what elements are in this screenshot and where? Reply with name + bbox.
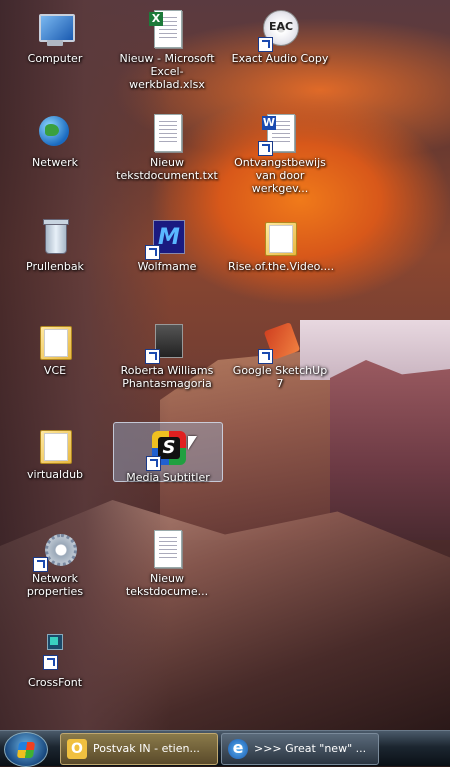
text-file-icon bbox=[147, 530, 187, 570]
sketchup-icon bbox=[258, 322, 301, 364]
taskbar-button-label: Postvak IN - etien... bbox=[93, 742, 200, 755]
wallpaper-cliff bbox=[330, 360, 450, 540]
folder-icon bbox=[260, 218, 300, 258]
icon-label: virtualdub bbox=[26, 468, 84, 481]
icon-label: Ontvangstbewijs van door werkgev... bbox=[234, 156, 326, 195]
recycle-bin-icon bbox=[35, 218, 75, 258]
excel-file-icon: X bbox=[147, 10, 187, 50]
taskbar-button-label: >>> Great "new" ... bbox=[254, 742, 367, 755]
desktop-icon-computer[interactable]: Computer bbox=[1, 4, 109, 104]
icon-label: Nieuw tekstdocume... bbox=[125, 572, 209, 598]
taskbar-button-outlook[interactable]: Postvak IN - etien... bbox=[60, 733, 218, 765]
shortcut-arrow-icon bbox=[145, 245, 160, 260]
text-file-icon bbox=[147, 114, 187, 154]
desktop-icon-word-file[interactable]: W Ontvangstbewijs van door werkgev... bbox=[226, 108, 334, 208]
desktop-icon-google-sketchup[interactable]: Google SketchUp 7 bbox=[226, 316, 334, 416]
desktop-icon-crossfont[interactable]: CrossFont bbox=[1, 628, 109, 728]
icon-label: CrossFont bbox=[27, 676, 83, 689]
icon-label: Computer bbox=[27, 52, 83, 65]
eac-icon: EAC bbox=[258, 10, 300, 52]
icon-label: VCE bbox=[43, 364, 67, 377]
shortcut-arrow-icon bbox=[33, 557, 48, 572]
icon-label: Media Subtitler bbox=[126, 471, 210, 484]
shortcut-arrow-icon bbox=[258, 37, 273, 52]
internet-explorer-icon bbox=[228, 734, 248, 763]
desktop-icon-prullenbak[interactable]: Prullenbak bbox=[1, 212, 109, 312]
windows-logo-icon bbox=[16, 742, 36, 758]
shortcut-arrow-icon bbox=[146, 456, 161, 471]
folder-icon bbox=[35, 322, 75, 362]
icon-label: Rise.of.the.Video.... bbox=[228, 260, 335, 273]
desktop-icon-phantasmagoria[interactable]: Roberta Williams Phantasmagoria bbox=[113, 316, 221, 416]
shortcut-arrow-icon bbox=[258, 349, 273, 364]
desktop-icon-vce[interactable]: VCE bbox=[1, 316, 109, 416]
icon-label: Prullenbak bbox=[26, 260, 84, 273]
desktop-icon-network-properties[interactable]: Network properties bbox=[1, 524, 109, 624]
desktop-icon-wolfmame[interactable]: Wolfmame bbox=[113, 212, 221, 312]
icon-label: Google SketchUp 7 bbox=[232, 364, 328, 390]
icon-label: Wolfmame bbox=[137, 260, 197, 273]
phantasmagoria-icon bbox=[145, 322, 187, 364]
mouse-cursor-icon bbox=[188, 436, 197, 450]
shortcut-arrow-icon bbox=[258, 141, 273, 156]
icon-label: Netwerk bbox=[32, 156, 78, 169]
shortcut-arrow-icon bbox=[43, 655, 58, 670]
desktop-icon-excel-file[interactable]: X Nieuw - Microsoft Excel-werkblad.xlsx bbox=[113, 4, 221, 104]
icon-label: Exact Audio Copy bbox=[231, 52, 329, 65]
folder-icon bbox=[35, 426, 75, 466]
desktop-icon-rise-of-the-video[interactable]: Rise.of.the.Video.... bbox=[226, 212, 334, 312]
desktop-icon-netwerk[interactable]: Netwerk bbox=[1, 108, 109, 208]
icon-label: Nieuw tekstdocument.txt bbox=[116, 156, 218, 182]
taskbar-button-internet-explorer[interactable]: >>> Great "new" ... bbox=[221, 733, 379, 765]
desktop-icon-text-file-2[interactable]: Nieuw tekstdocume... bbox=[113, 524, 221, 624]
desktop-icon-media-subtitler[interactable]: S Media Subtitler bbox=[113, 422, 223, 484]
network-icon bbox=[35, 114, 75, 154]
outlook-icon bbox=[67, 734, 87, 764]
icon-label: Roberta Williams Phantasmagoria bbox=[120, 364, 214, 390]
icon-label: Network properties bbox=[26, 572, 84, 598]
word-file-icon: W bbox=[258, 114, 300, 156]
icon-label: Nieuw - Microsoft Excel-werkblad.xlsx bbox=[119, 52, 215, 91]
desktop-icon-exact-audio-copy[interactable]: EAC Exact Audio Copy bbox=[226, 4, 334, 104]
crossfont-icon bbox=[35, 634, 75, 674]
wolfmame-icon bbox=[145, 218, 187, 260]
taskbar: Postvak IN - etien... >>> Great "new" ..… bbox=[0, 730, 450, 767]
media-subtitler-icon: S bbox=[146, 429, 188, 471]
start-button[interactable] bbox=[4, 732, 48, 767]
computer-icon bbox=[35, 10, 75, 50]
network-properties-icon bbox=[33, 530, 77, 572]
shortcut-arrow-icon bbox=[145, 349, 160, 364]
desktop-icon-text-file[interactable]: Nieuw tekstdocument.txt bbox=[113, 108, 221, 208]
desktop-icon-virtualdub[interactable]: virtualdub bbox=[1, 420, 109, 520]
